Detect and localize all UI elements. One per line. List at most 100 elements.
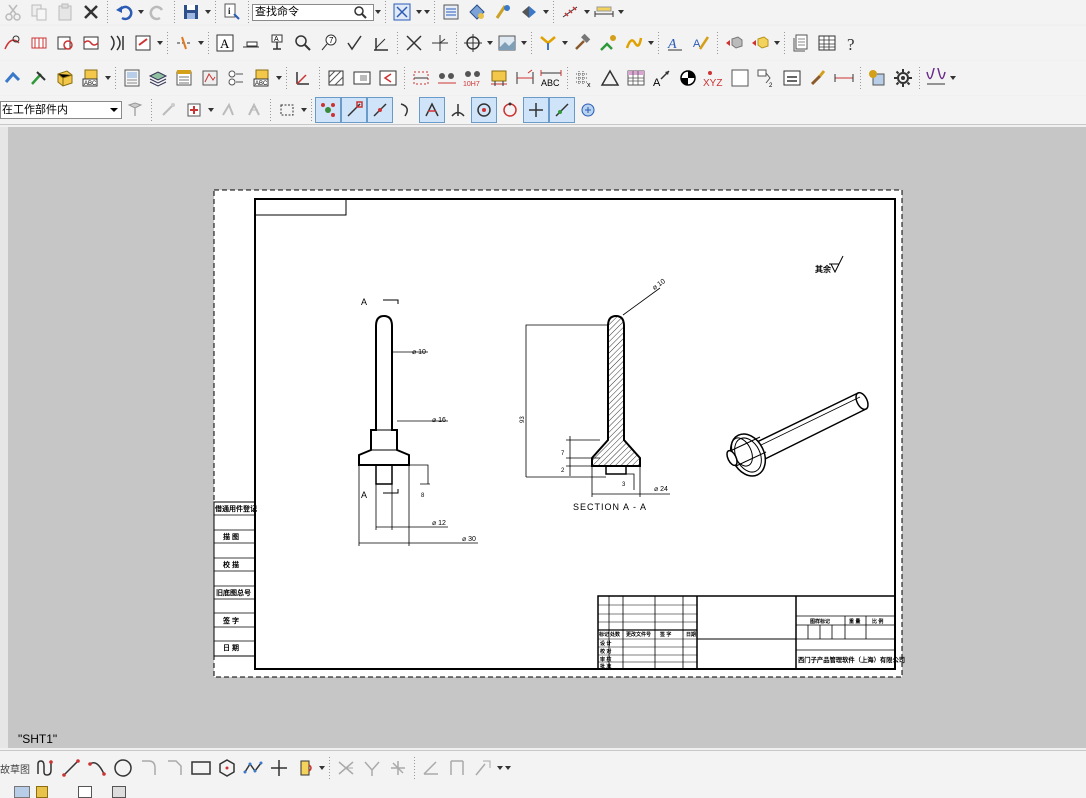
zoom-icon[interactable] <box>290 30 316 56</box>
selection-scope-select[interactable]: 在工作部件内 <box>0 101 122 119</box>
hammer-icon[interactable] <box>569 30 595 56</box>
snap-point-icon[interactable] <box>155 97 181 123</box>
copy-icon[interactable] <box>26 0 52 24</box>
deselect-icon[interactable] <box>241 97 267 123</box>
orient-icon[interactable] <box>516 0 542 24</box>
pattern-dropdown[interactable] <box>583 0 591 24</box>
undo-dropdown[interactable] <box>137 0 145 24</box>
part-navigator-icon[interactable] <box>14 785 30 798</box>
target-point-icon[interactable] <box>427 30 453 56</box>
abc-dimension-icon[interactable]: ABC <box>538 65 564 91</box>
cut-icon[interactable] <box>0 0 26 24</box>
horizontal-dimension-icon[interactable] <box>434 65 460 91</box>
datum-icon[interactable]: A <box>264 30 290 56</box>
polygon-icon[interactable] <box>214 755 240 781</box>
hole-dimension-icon[interactable]: 10H7 <box>460 65 486 91</box>
numbering-icon[interactable] <box>223 65 249 91</box>
spring-icon[interactable] <box>923 65 949 91</box>
model-view-icon[interactable] <box>52 65 78 91</box>
auto-constrain-icon[interactable] <box>444 755 470 781</box>
abc-annotation-icon[interactable]: ABC <box>249 65 275 91</box>
history-icon[interactable] <box>78 785 92 798</box>
point-on-curve-icon[interactable] <box>549 97 575 123</box>
graphics-window[interactable]: 借通用件登记 描 图 校 描 旧底图总号 签 字 日 期 其余 A A ⌀ 10 <box>8 127 1086 748</box>
save-dropdown[interactable] <box>204 0 212 24</box>
control-point-icon[interactable] <box>393 97 419 123</box>
view-dropdown[interactable] <box>415 0 423 24</box>
centerline-icon[interactable] <box>171 30 197 56</box>
drawing-sheet-icon[interactable] <box>119 65 145 91</box>
abc-annotation-dropdown[interactable] <box>275 65 283 91</box>
linked-body-icon[interactable] <box>595 30 621 56</box>
intersection-point-icon[interactable] <box>419 97 445 123</box>
filter-icon[interactable] <box>122 97 148 123</box>
center-of-mass-icon[interactable] <box>675 65 701 91</box>
make-corner-icon[interactable] <box>385 755 411 781</box>
surface-finish-icon[interactable] <box>342 30 368 56</box>
circle-icon[interactable] <box>110 755 136 781</box>
section-line-icon[interactable] <box>26 30 52 56</box>
abc-view-dropdown[interactable] <box>104 65 112 91</box>
tabular-note-icon[interactable] <box>814 30 840 56</box>
help-icon[interactable]: ? <box>840 30 866 56</box>
dimension-edit-icon[interactable] <box>831 65 857 91</box>
snap-tool-icon[interactable] <box>490 0 516 24</box>
constraints-icon[interactable] <box>418 755 444 781</box>
text-box-icon[interactable] <box>779 65 805 91</box>
next-body-icon[interactable] <box>747 30 773 56</box>
abc-view-icon[interactable]: ABC <box>78 65 104 91</box>
perpendicular-dimension-icon[interactable] <box>512 65 538 91</box>
assembly-dropdown[interactable] <box>561 30 569 56</box>
broken-view-icon[interactable] <box>78 30 104 56</box>
enable-snap-icon[interactable] <box>315 97 341 123</box>
rectangle-select-icon[interactable] <box>274 97 300 123</box>
pattern-icon[interactable] <box>557 0 583 24</box>
quick-extend-icon[interactable] <box>359 755 385 781</box>
measure-dropdown[interactable] <box>617 0 625 24</box>
offset-curve-icon[interactable] <box>292 755 318 781</box>
sheet-template-icon[interactable] <box>197 65 223 91</box>
search-icon[interactable] <box>353 5 367 24</box>
mid-point-icon[interactable] <box>367 97 393 123</box>
point-icon[interactable] <box>266 755 292 781</box>
gear-icon[interactable] <box>890 65 916 91</box>
edit-style-icon[interactable]: A <box>688 30 714 56</box>
delete-icon[interactable] <box>78 0 104 24</box>
existing-point-icon[interactable] <box>523 97 549 123</box>
assembly-icon[interactable] <box>535 30 561 56</box>
command-search-input[interactable]: 查找命令 <box>252 3 374 24</box>
fillet-icon[interactable] <box>136 755 162 781</box>
image-icon[interactable] <box>494 30 520 56</box>
arc-center-icon[interactable] <box>471 97 497 123</box>
angle-icon[interactable] <box>375 65 401 91</box>
weld-symbol-icon[interactable] <box>368 30 394 56</box>
base-view-icon[interactable] <box>0 65 26 91</box>
chain-dimension-icon[interactable] <box>486 65 512 91</box>
sketch-more-dropdown[interactable] <box>504 755 512 781</box>
wave-link-dropdown[interactable] <box>647 30 655 56</box>
xyz-coordinate-icon[interactable]: XYZ <box>701 65 727 91</box>
save-icon[interactable] <box>178 0 204 24</box>
quadrant-point-icon[interactable] <box>497 97 523 123</box>
chamfer-icon[interactable] <box>162 755 188 781</box>
center-mark-icon[interactable] <box>460 30 486 56</box>
fit-view-icon[interactable] <box>389 0 415 24</box>
blank-box-icon[interactable] <box>727 65 753 91</box>
sketch-curve-icon[interactable] <box>0 30 26 56</box>
layers-icon[interactable] <box>145 65 171 91</box>
attributes-icon[interactable] <box>864 65 890 91</box>
body-dropdown[interactable] <box>773 30 781 56</box>
rapid-dimension-icon[interactable] <box>408 65 434 91</box>
rectangle-select-dropdown[interactable] <box>300 97 308 123</box>
command-search-dropdown[interactable] <box>374 0 382 24</box>
chevron-down-icon[interactable] <box>107 102 121 118</box>
paste-icon[interactable] <box>52 0 78 24</box>
perpendicular-point-icon[interactable] <box>445 97 471 123</box>
fill-area-icon[interactable] <box>349 65 375 91</box>
coordinate-icon[interactable] <box>290 65 316 91</box>
select-type-icon[interactable] <box>215 97 241 123</box>
quick-trim-icon[interactable] <box>333 755 359 781</box>
table-icon[interactable] <box>623 65 649 91</box>
brush-icon[interactable] <box>805 65 831 91</box>
constraints-dropdown[interactable] <box>496 755 504 781</box>
